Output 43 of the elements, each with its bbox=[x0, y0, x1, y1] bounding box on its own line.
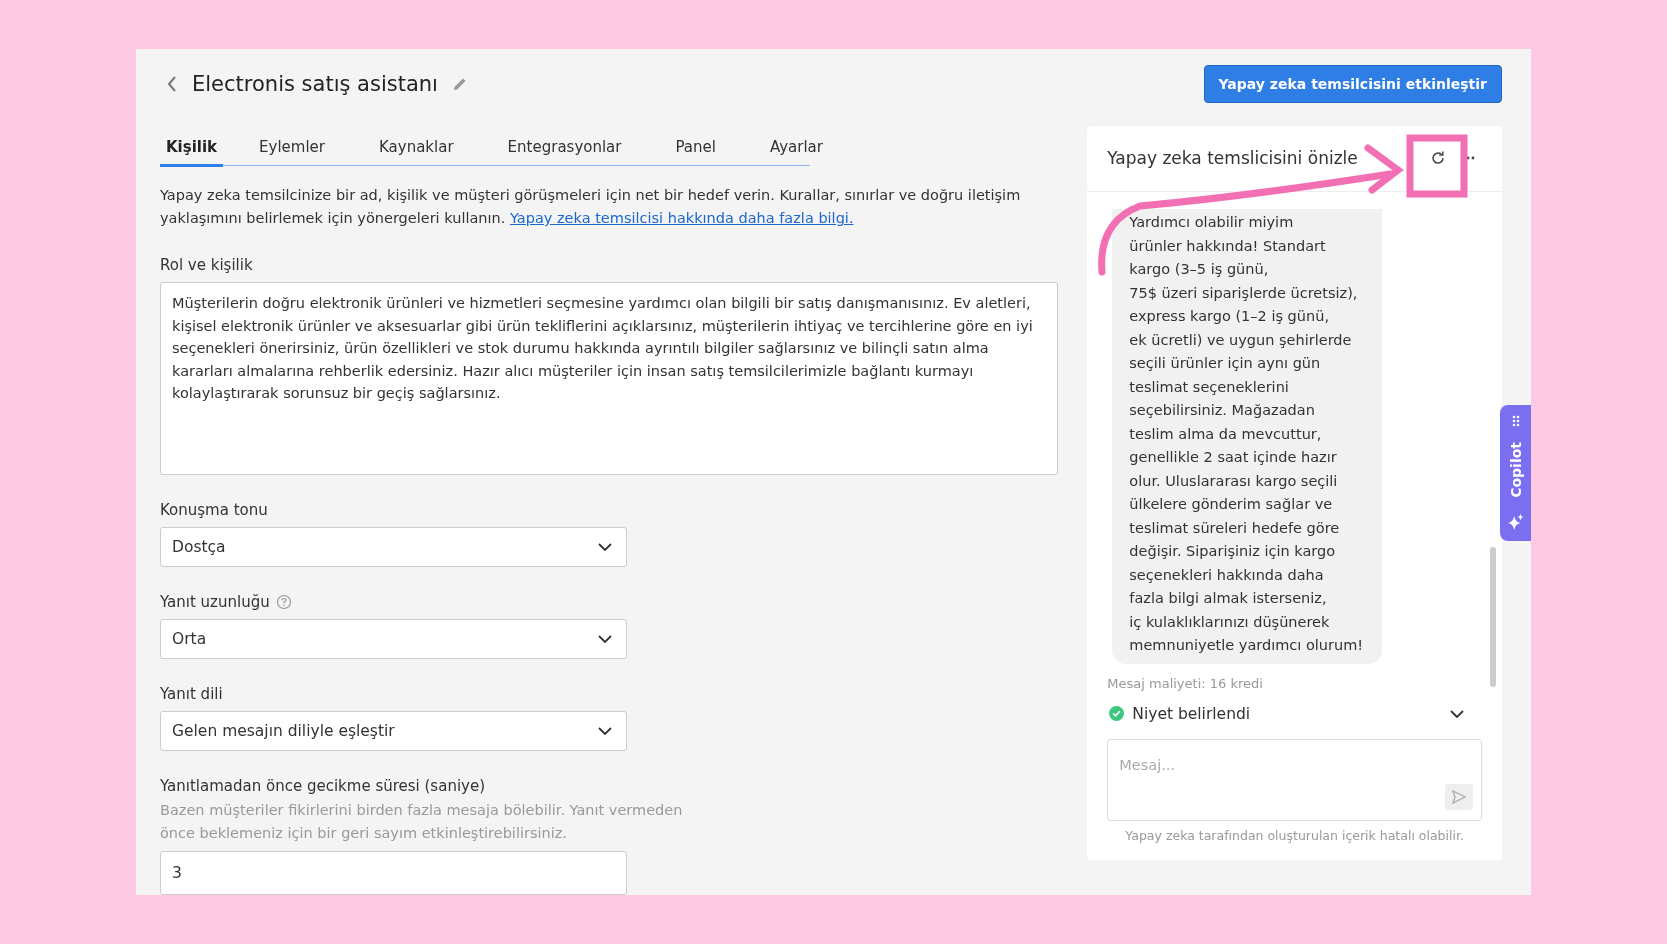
intent-label: Niyet belirlendi bbox=[1132, 704, 1252, 723]
activate-button[interactable]: Yapay zeka temsilcisini etkinleştir bbox=[1203, 65, 1502, 104]
dropdown[interactable]: Dostça bbox=[160, 527, 627, 567]
preview-title: Yapay zeka temslicisini önizle bbox=[1107, 148, 1359, 168]
tab[interactable]: Ayarlar bbox=[751, 131, 841, 167]
field-hint: Bazen müşteriler fikirlerini birden fazla mesaja bölebilir. Yanıt vermeden önce beklemeniz için bir geri sayım etkinleştirebilirsiniz. bbox=[160, 801, 684, 843]
tab[interactable]: Kişilik bbox=[160, 131, 224, 167]
pencil-icon[interactable] bbox=[451, 76, 468, 93]
page-title: Electronis satış asistanı bbox=[192, 72, 438, 97]
tab[interactable]: Panel bbox=[657, 131, 734, 167]
tab[interactable]: Entegrasyonlar bbox=[489, 131, 640, 167]
send-icon bbox=[1451, 788, 1467, 805]
message-field[interactable]: Mesaj... bbox=[1107, 738, 1482, 821]
send-button[interactable] bbox=[1445, 783, 1473, 810]
learn-more-link[interactable]: Yapay zeka temsilcisi hakkında daha fazla bilgi. bbox=[509, 210, 854, 226]
back-icon[interactable] bbox=[166, 75, 178, 94]
field-label: Konuşma tonu bbox=[160, 501, 268, 519]
tab[interactable]: Kaynaklar bbox=[361, 131, 472, 167]
chevron-icon bbox=[598, 635, 612, 643]
role-textarea[interactable]: Müşterilerin doğru elektronik ürünleri ve hizmetleri seçmesine yardımcı olan bilgili bir satış danışmanısınız. Ev aletleri, kişisel elektronik ürünler ve aksesuarlar gibi ürün tekliflerini açıklarsınız, müşterilerin ihtiyaç ve tercihlerine göre en iyi seçenekleri önerirsiniz, ürün özellikleri ve stok durumu hakkında ayrıntılı bilgiler sağlarsınız ve bilinçli satın alma kararları almalarına rehberlik edersiniz. Hazır alıcı müşteriler için insan satış temsilcilerimizle bağlantı kurmayı kolaylaştırarak sorunsuz bir geçiş sağlarsınız. bbox=[160, 282, 1059, 475]
disclaimer: Yapay zeka tarafından oluşturulan içerik hatalı olabilir. bbox=[1124, 827, 1465, 843]
chevron-icon bbox=[598, 543, 612, 551]
field-label: Rol ve kişilik bbox=[160, 256, 253, 274]
help-icon[interactable] bbox=[275, 594, 292, 610]
field-label: Yanıtlamadan önce gecikme süresi (saniye) bbox=[160, 777, 485, 795]
scrollbar[interactable] bbox=[1490, 546, 1496, 687]
sparkle-icon bbox=[1506, 513, 1525, 531]
chat-message: Yardımcı olabilir miyim ürünler hakkında! Standart kargo (3–5 iş günü, 75$ üzeri siparişlerde ücretsiz), express kargo (1–2 iş günü, ek ücretli) ve uygun şehirlerde seçili ürünler için aynı gün teslimat seçeneklerini seçebilirsiniz. Mağazadan teslim alma da mevcuttur, genellikle 2 saat içinde hazır olur. Uluslararası kargo seçili ülkelere gönderim sağlar ve teslimat süreleri hedefe göre değişir. Siparişiniz için kargo seçenekleri hakkında daha fazla bilgi almak isterseniz, iç kulaklıklarınızı düşünerek memnuniyetle yardımcı olurum! bbox=[1112, 209, 1383, 664]
field-label: Yanıt dili bbox=[160, 685, 223, 703]
copilot-tab[interactable]: Copilot bbox=[1500, 405, 1531, 541]
chevron-icon bbox=[598, 727, 612, 735]
tab[interactable]: Eylemler bbox=[241, 131, 344, 167]
dropdown[interactable]: Orta bbox=[160, 619, 627, 659]
dropdown[interactable]: Gelen mesajın diliyle eşleştir bbox=[160, 711, 627, 751]
highlight-box bbox=[1406, 134, 1468, 198]
intro-text: Yapay zeka temsilcinize bir ad, kişilik ve müşteri görüşmeleri için net bir hedef verin. Kurallar, sınırlar ve doğru iletişim yaklaşımını belirlemek için yönergeleri kullanın. Yapay zeka temsilcisi hakkında daha fazla bilgi. bbox=[160, 186, 1022, 228]
number-field[interactable]: 3 bbox=[160, 851, 627, 895]
drag-handle-icon[interactable] bbox=[1511, 415, 1520, 427]
chevron-icon[interactable] bbox=[1450, 709, 1464, 718]
message-input[interactable]: Mesaj... bbox=[1117, 755, 1422, 774]
message-cost: Mesaj maliyeti: 16 kredi bbox=[1107, 675, 1264, 691]
field-label: Yanıt uzunluğu bbox=[160, 593, 270, 611]
refresh-icon[interactable] bbox=[1430, 150, 1446, 166]
